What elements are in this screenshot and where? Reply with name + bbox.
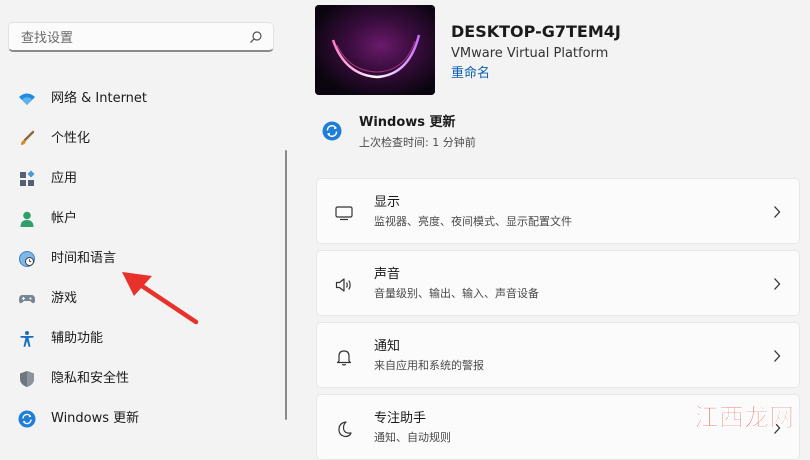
card-sound[interactable]: 声音 音量级别、输出、输入、声音设备: [316, 250, 800, 316]
update-subtitle: 上次检查时间: 1 分钟前: [359, 136, 476, 149]
card-subtitle: 来自应用和系统的警报: [374, 359, 484, 372]
card-subtitle: 音量级别、输出、输入、声音设备: [374, 287, 539, 300]
device-model: VMware Virtual Platform: [451, 46, 609, 61]
sync-icon: [18, 410, 36, 428]
sidebar-item-label: 个性化: [51, 131, 91, 146]
accessibility-icon: [20, 331, 34, 347]
speaker-icon: [335, 278, 351, 292]
search-input[interactable]: [19, 27, 243, 49]
sidebar-item-label: 网络 & Internet: [51, 91, 148, 106]
watermark-text: 江西龙网: [694, 403, 794, 432]
monitor-icon: [335, 206, 353, 221]
card-display[interactable]: 显示 监视器、亮度、夜间模式、显示配置文件: [316, 178, 800, 244]
sidebar-item-label: 隐私和安全性: [51, 371, 130, 386]
gamepad-icon: [19, 295, 35, 304]
bell-icon: [336, 350, 352, 366]
sidebar-item-accounts[interactable]: 帐户: [0, 199, 280, 239]
card-title: 声音: [374, 267, 401, 282]
sidebar-item-personalization[interactable]: 个性化: [0, 119, 280, 159]
search-box[interactable]: [8, 22, 274, 52]
brush-icon: [21, 130, 35, 145]
sidebar-item-label: 游戏: [51, 291, 78, 306]
device-wallpaper-image: [315, 5, 435, 95]
sidebar-item-label: 时间和语言: [51, 251, 117, 266]
search-icon[interactable]: [249, 30, 263, 44]
wifi-icon: [19, 93, 35, 105]
moon-icon: [338, 421, 352, 438]
clock-globe-icon: [19, 251, 35, 267]
shield-icon: [20, 371, 34, 387]
sidebar-item-label: 应用: [51, 171, 78, 186]
annotation-arrow-icon: [122, 272, 199, 325]
sidebar-item-privacy[interactable]: 隐私和安全性: [0, 359, 280, 399]
person-icon: [20, 211, 34, 227]
device-name: DESKTOP-G7TEM4J: [451, 22, 621, 41]
card-title: 专注助手: [374, 411, 427, 426]
chevron-right-icon: [774, 350, 781, 362]
card-title: 显示: [374, 195, 401, 210]
sidebar-item-windows-update[interactable]: Windows 更新: [0, 399, 280, 439]
sidebar-item-label: Windows 更新: [51, 411, 140, 426]
rename-link[interactable]: 重命名: [451, 66, 490, 82]
update-title[interactable]: Windows 更新: [359, 114, 456, 131]
card-subtitle: 监视器、亮度、夜间模式、显示配置文件: [374, 215, 572, 228]
card-notifications[interactable]: 通知 来自应用和系统的警报: [316, 322, 800, 388]
sidebar-scrollbar[interactable]: [285, 150, 287, 420]
apps-icon: [20, 170, 35, 186]
chevron-right-icon: [774, 206, 781, 218]
sidebar-nav: 网络 & Internet 个性化 应用 帐户 时间和语言 游戏 辅助功能 隐私…: [0, 79, 280, 439]
watermark-logo: 江西龙网: [694, 403, 795, 433]
chevron-right-icon: [774, 278, 781, 290]
sidebar-item-network[interactable]: 网络 & Internet: [0, 79, 280, 119]
sync-icon[interactable]: [322, 121, 342, 141]
card-title: 通知: [374, 339, 401, 354]
sidebar-item-apps[interactable]: 应用: [0, 159, 280, 199]
sidebar-item-label: 辅助功能: [51, 331, 104, 346]
sidebar-item-label: 帐户: [51, 211, 78, 226]
